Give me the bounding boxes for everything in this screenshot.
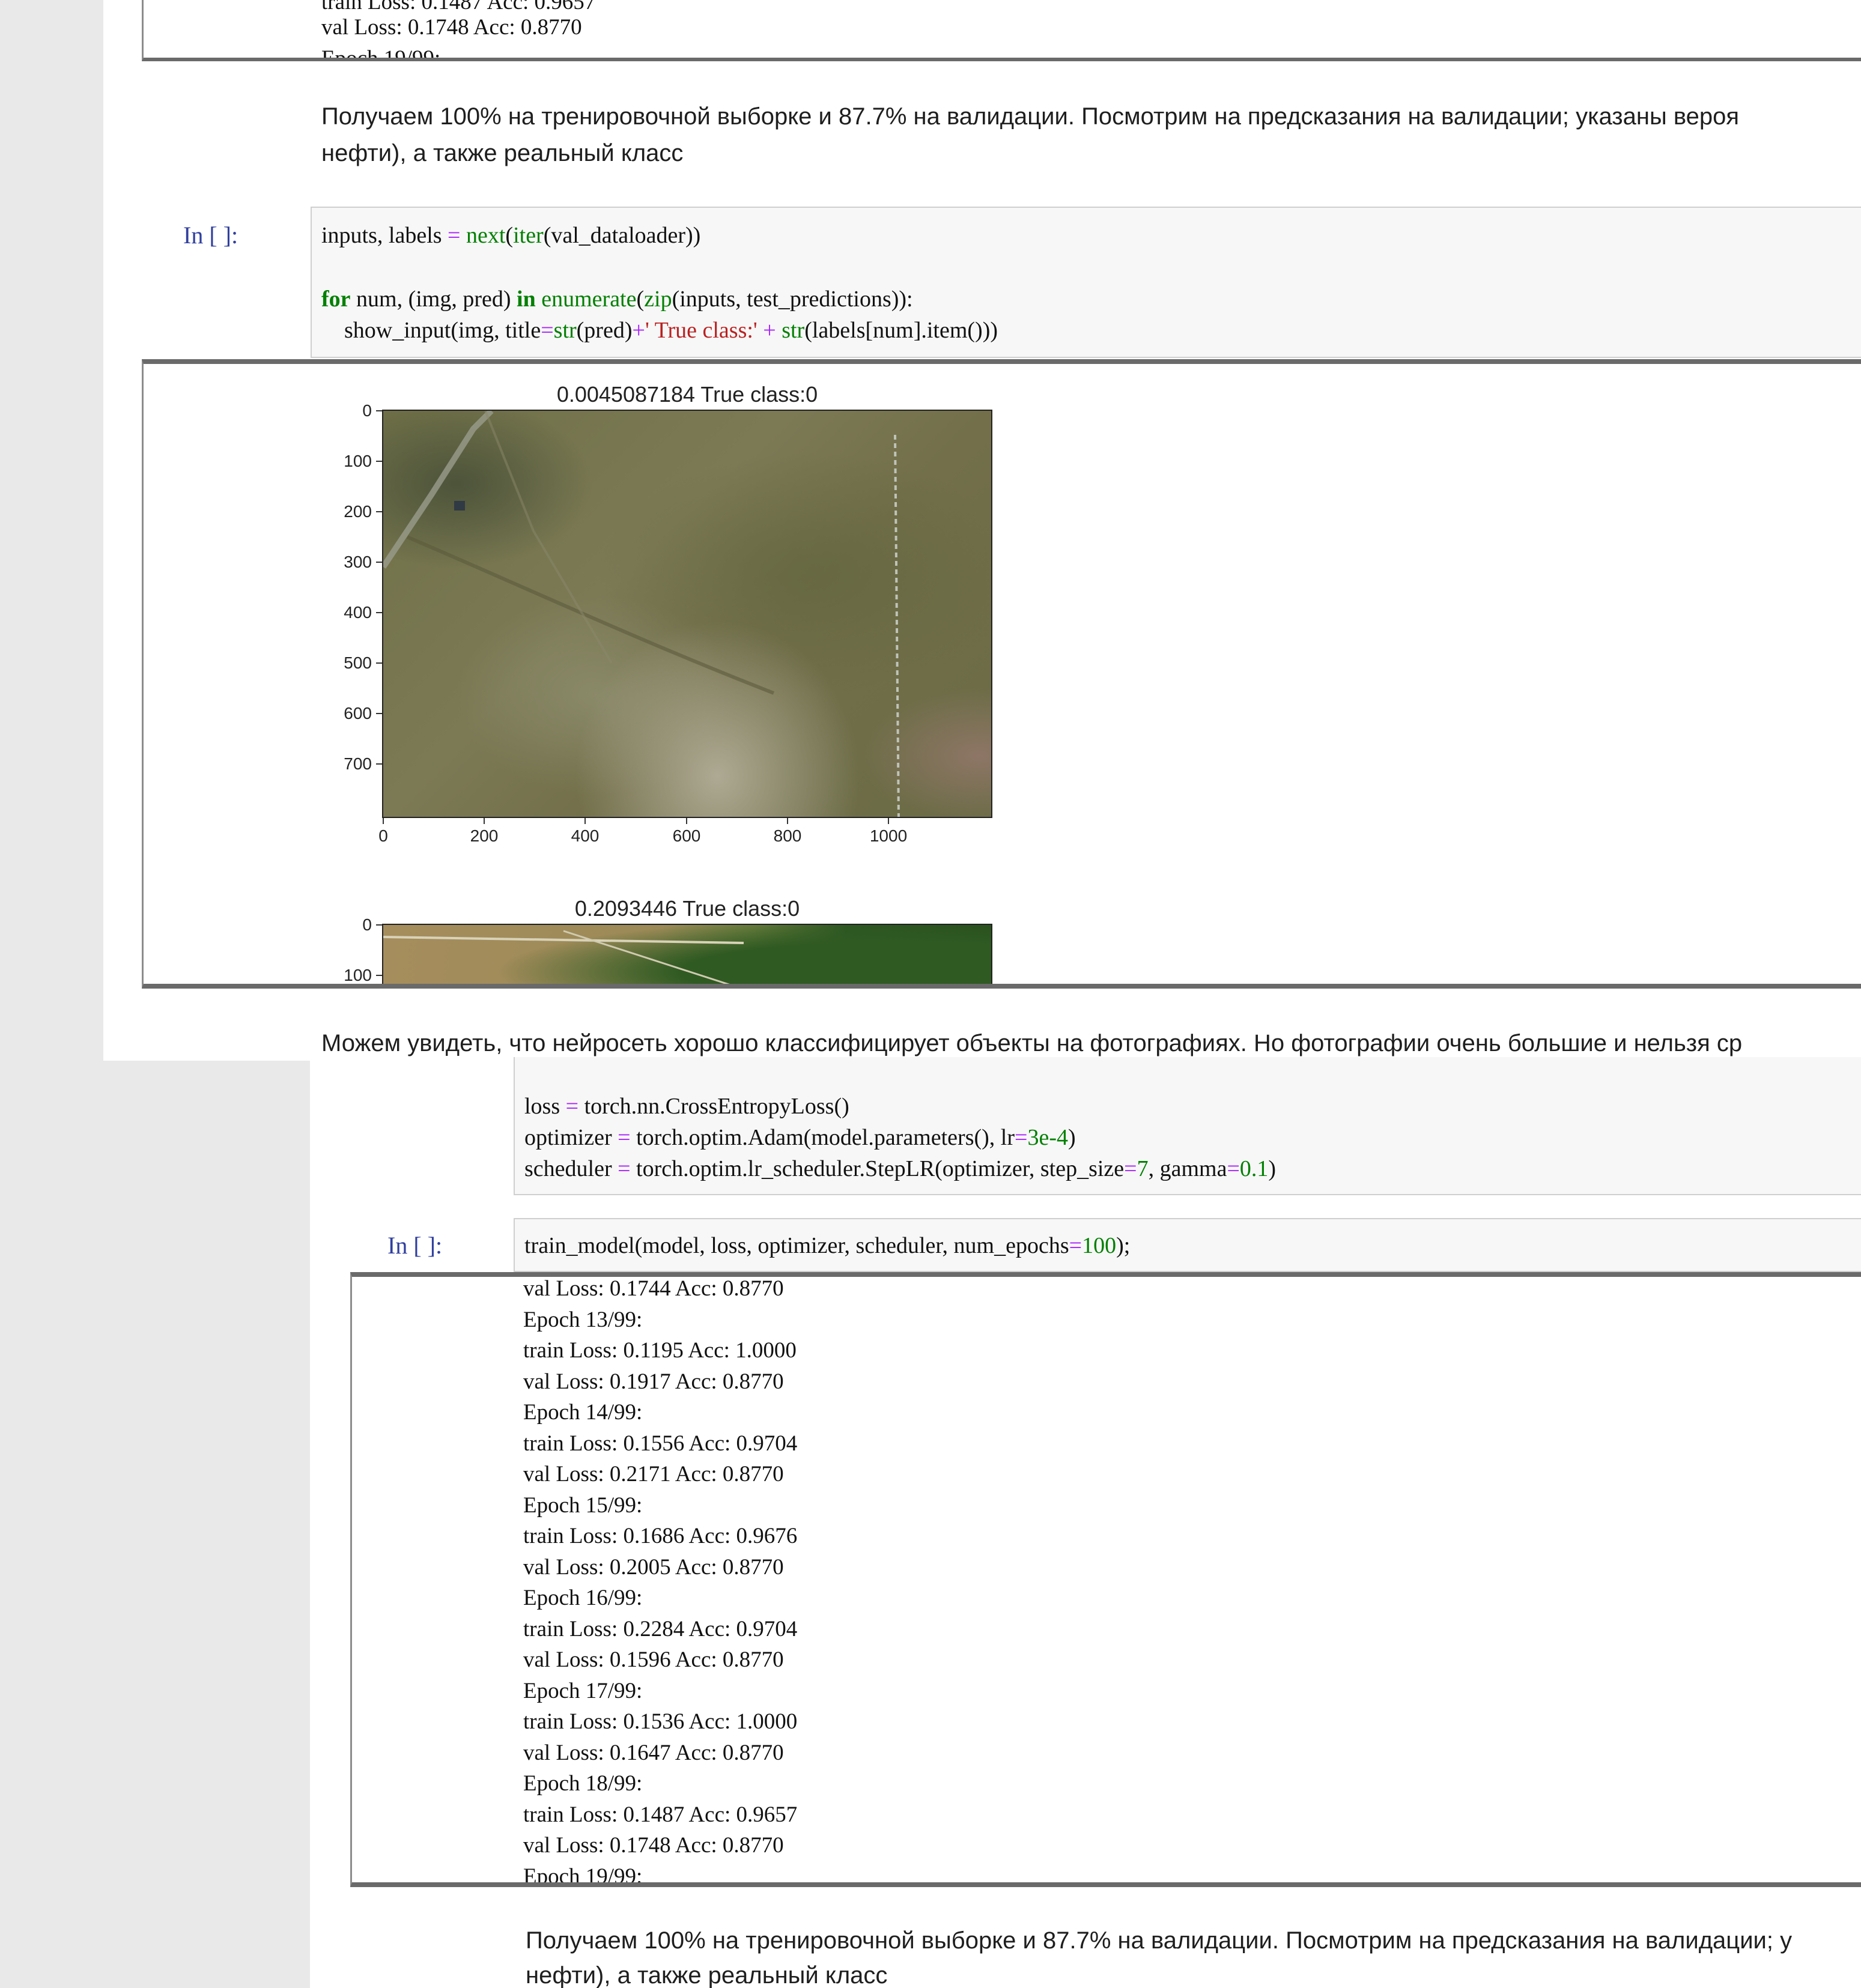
code-line: train_model(model, loss, optimizer, sche… bbox=[524, 1233, 1131, 1258]
y-tick bbox=[376, 410, 382, 411]
aerial-features bbox=[383, 411, 900, 817]
x-tick bbox=[686, 818, 687, 824]
x-tick-label: 400 bbox=[571, 826, 600, 845]
plot-1: 0.0045087184 True class:0 0 100 200 300 … bbox=[144, 364, 1165, 874]
x-tick-label: 200 bbox=[470, 826, 499, 845]
aerial-photo bbox=[382, 924, 992, 984]
y-tick bbox=[376, 612, 382, 613]
cell-prompt: In [ ]: bbox=[387, 1232, 443, 1259]
code-line: inputs, labels = next(iter(val_dataloade… bbox=[321, 223, 701, 248]
aerial-photo bbox=[382, 410, 992, 818]
output-line: Epoch 14/99: bbox=[523, 1400, 643, 1425]
markdown-text-line: нефти), а также реальный класс bbox=[321, 140, 684, 166]
y-tick-label: 500 bbox=[344, 653, 372, 672]
y-tick bbox=[376, 713, 382, 714]
y-tick-label: 700 bbox=[344, 754, 372, 773]
output-line: val Loss: 0.1748 Acc: 0.8770 bbox=[321, 15, 582, 40]
code-cell-train[interactable]: train_model(model, loss, optimizer, sche… bbox=[514, 1218, 1861, 1272]
code-cell-optimizer[interactable]: loss = torch.nn.CrossEntropyLoss() optim… bbox=[514, 1057, 1861, 1195]
image-output-scroll[interactable]: 0.0045087184 True class:0 0 100 200 300 … bbox=[142, 359, 1861, 989]
y-tick-label: 0 bbox=[362, 915, 372, 934]
code-cell-predict[interactable]: inputs, labels = next(iter(val_dataloade… bbox=[311, 207, 1861, 358]
output-line: Epoch 15/99: bbox=[523, 1493, 643, 1518]
x-tick-label: 1000 bbox=[869, 826, 908, 845]
x-tick-label: 600 bbox=[672, 826, 701, 845]
output-line: val Loss: 0.2005 Acc: 0.8770 bbox=[523, 1554, 784, 1580]
plot-2: 0.2093446 True class:0 0 100 bbox=[144, 874, 1165, 984]
y-tick bbox=[376, 511, 382, 512]
output-line: Epoch 13/99: bbox=[523, 1307, 643, 1332]
x-tick-label: 0 bbox=[378, 826, 388, 845]
output-line: val Loss: 0.1748 Acc: 0.8770 bbox=[523, 1833, 784, 1858]
output-line: train Loss: 0.1556 Acc: 0.9704 bbox=[523, 1431, 798, 1456]
output-line: train Loss: 0.1195 Acc: 1.0000 bbox=[523, 1338, 797, 1363]
output-line: train Loss: 0.2284 Acc: 0.9704 bbox=[523, 1616, 798, 1641]
y-tick-label: 100 bbox=[344, 452, 372, 470]
y-tick-label: 400 bbox=[344, 603, 372, 622]
y-tick bbox=[376, 562, 382, 563]
markdown-text-line: Получаем 100% на тренировочной выборке и… bbox=[526, 1927, 1793, 1954]
y-tick-label: 300 bbox=[344, 553, 372, 571]
output-line: val Loss: 0.2171 Acc: 0.8770 bbox=[523, 1462, 784, 1486]
plot-title: 0.2093446 True class:0 bbox=[574, 896, 800, 921]
y-tick bbox=[376, 924, 382, 926]
y-tick bbox=[376, 975, 382, 976]
output-line: Epoch 17/99: bbox=[523, 1678, 643, 1703]
code-line: for num, (img, pred) in enumerate(zip(in… bbox=[321, 286, 913, 312]
y-tick-label: 0 bbox=[362, 401, 372, 420]
y-tick-label: 100 bbox=[344, 966, 372, 984]
output-line: train Loss: 0.1686 Acc: 0.9676 bbox=[523, 1524, 798, 1548]
output-line: train Loss: 0.1536 Acc: 1.0000 bbox=[523, 1709, 798, 1734]
output-line: Epoch 19/99: bbox=[321, 46, 441, 61]
code-line: loss = torch.nn.CrossEntropyLoss() bbox=[524, 1094, 849, 1119]
training-output-scroll-upper[interactable]: train Loss: 0.1487 Acc: 0.9657 val Loss:… bbox=[142, 0, 1861, 61]
output-line: val Loss: 0.1596 Acc: 0.8770 bbox=[523, 1647, 784, 1672]
x-tick bbox=[787, 818, 788, 824]
aerial-features bbox=[383, 930, 744, 984]
output-line: train Loss: 0.1487 Acc: 0.9657 bbox=[523, 1802, 798, 1827]
x-tick bbox=[888, 818, 889, 824]
y-tick bbox=[376, 461, 382, 462]
x-tick bbox=[383, 818, 384, 824]
y-tick-label: 200 bbox=[344, 502, 372, 521]
markdown-text-line: Получаем 100% на тренировочной выборке и… bbox=[321, 103, 1740, 130]
output-line: val Loss: 0.1647 Acc: 0.8770 bbox=[523, 1740, 784, 1765]
plot-title: 0.0045087184 True class:0 bbox=[556, 382, 818, 407]
markdown-text-line: нефти), а также реальный класс bbox=[526, 1962, 888, 1988]
y-tick-label: 600 bbox=[344, 704, 372, 723]
output-line: val Loss: 0.1917 Acc: 0.8770 bbox=[523, 1369, 784, 1394]
code-line: scheduler = torch.optim.lr_scheduler.Ste… bbox=[524, 1156, 1277, 1181]
x-tick-label: 800 bbox=[773, 826, 802, 845]
code-line: optimizer = torch.optim.Adam(model.param… bbox=[524, 1125, 1076, 1150]
code-line: show_input(img, title=str(pred)+' True c… bbox=[321, 318, 998, 343]
output-line: val Loss: 0.1744 Acc: 0.8770 bbox=[523, 1276, 784, 1301]
x-tick bbox=[484, 818, 485, 824]
training-output-scroll-lower[interactable]: val Loss: 0.1744 Acc: 0.8770 Epoch 13/99:… bbox=[350, 1272, 1861, 1887]
y-tick bbox=[376, 662, 382, 664]
output-line: Epoch 18/99: bbox=[523, 1771, 643, 1796]
output-line: Epoch 19/99: bbox=[523, 1864, 643, 1887]
y-tick bbox=[376, 763, 382, 765]
output-line: Epoch 16/99: bbox=[523, 1586, 643, 1610]
x-tick bbox=[584, 818, 586, 824]
cell-prompt: In [ ]: bbox=[183, 222, 238, 249]
markdown-text-line: Можем увидеть, что нейросеть хорошо клас… bbox=[321, 1030, 1743, 1056]
